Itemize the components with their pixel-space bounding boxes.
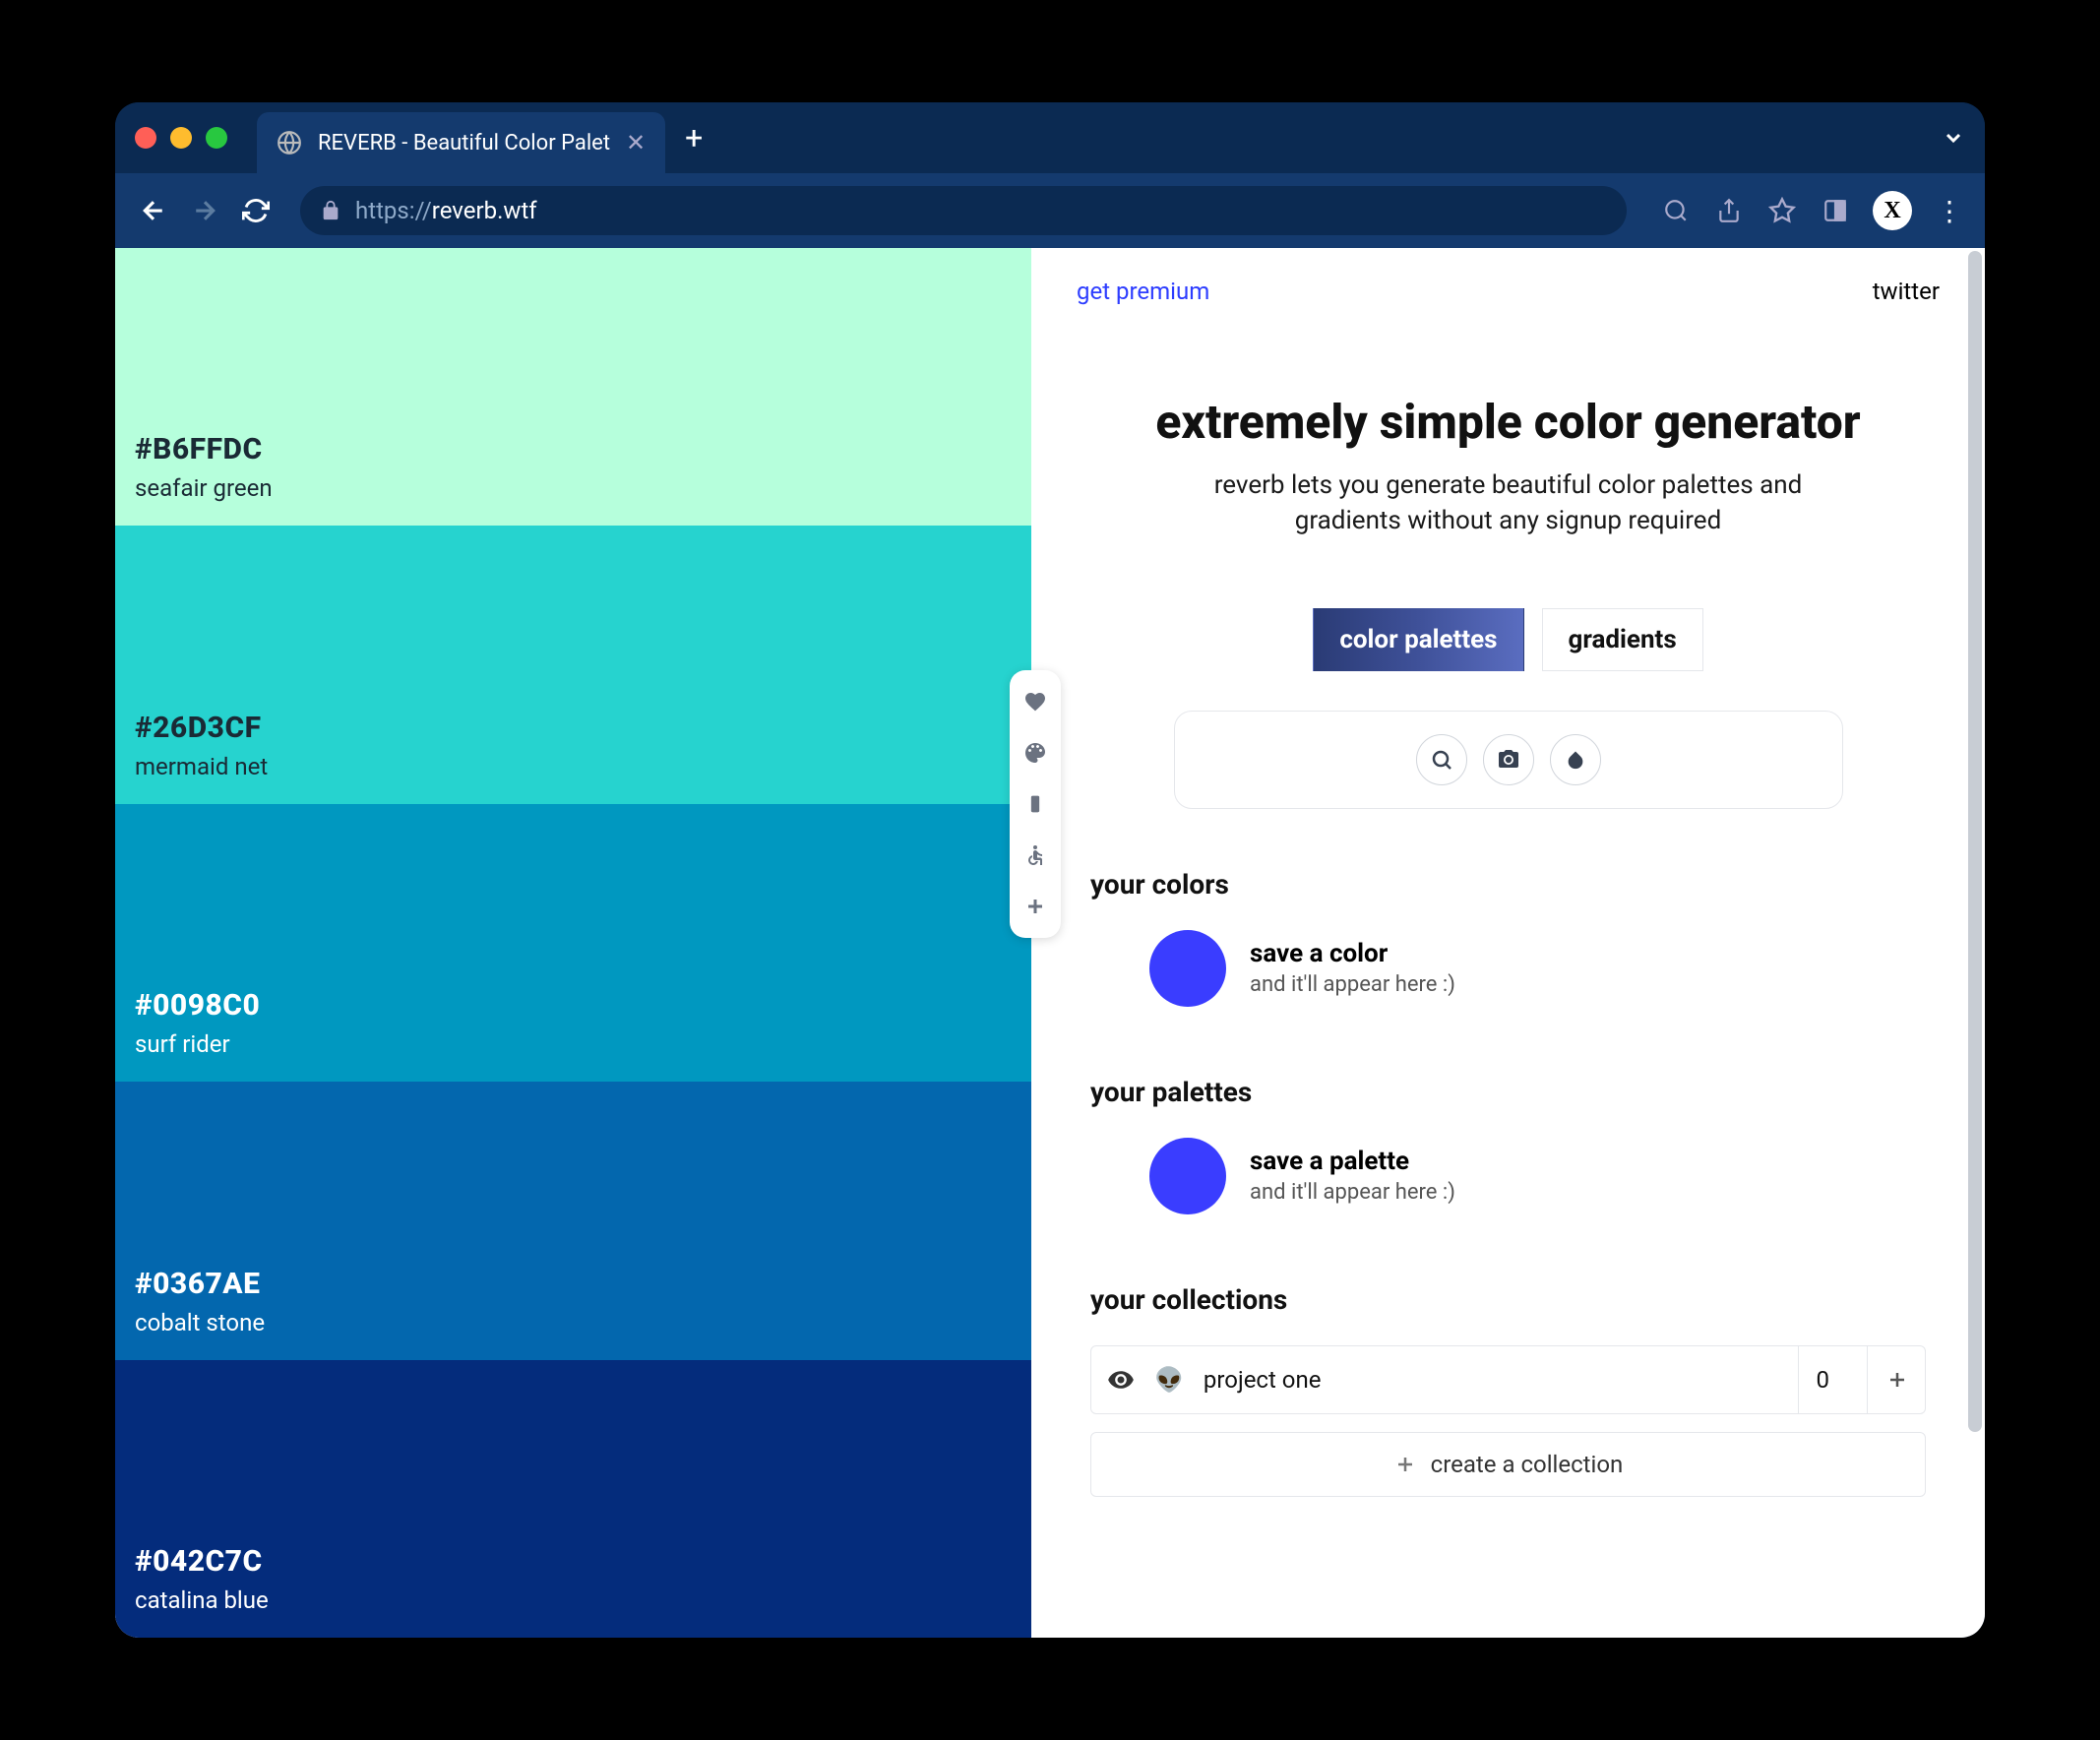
avatar[interactable]: X xyxy=(1873,191,1912,230)
search-icon[interactable] xyxy=(1416,734,1467,785)
tool-bar xyxy=(1174,711,1843,809)
hero: extremely simple color generator reverb … xyxy=(1031,335,1985,569)
top-links: get premium twitter xyxy=(1031,248,1985,335)
sections: your colors save a color and it'll appea… xyxy=(1031,809,1985,1497)
collection-count: 0 xyxy=(1798,1346,1848,1413)
back-button[interactable] xyxy=(135,192,172,229)
tab-title: REVERB - Beautiful Color Palet xyxy=(318,131,610,155)
share-icon[interactable] xyxy=(1713,195,1745,226)
gradients-mode-button[interactable]: gradients xyxy=(1542,608,1703,671)
accessibility-icon[interactable] xyxy=(1018,838,1053,873)
color-circle xyxy=(1149,1138,1226,1214)
maximize-window-button[interactable] xyxy=(206,127,227,149)
collection-emoji: 👽 xyxy=(1154,1366,1184,1394)
color-name: catalina blue xyxy=(135,1586,1012,1614)
create-collection-button[interactable]: create a collection xyxy=(1090,1432,1926,1497)
kebab-menu-icon[interactable]: ⋮ xyxy=(1934,195,1965,226)
create-collection-label: create a collection xyxy=(1431,1451,1624,1478)
zoom-icon[interactable] xyxy=(1660,195,1692,226)
cta-title: save a palette xyxy=(1250,1147,1455,1176)
titlebar: REVERB - Beautiful Color Palet ✕ + xyxy=(115,102,1985,173)
color-name: surf rider xyxy=(135,1030,1012,1058)
color-name: mermaid net xyxy=(135,753,1012,780)
twitter-link[interactable]: twitter xyxy=(1873,278,1940,305)
toolbar-right: X ⋮ xyxy=(1660,191,1965,230)
save-palette-card[interactable]: save a palette and it'll appear here :) xyxy=(1090,1138,1926,1214)
cta-title: save a color xyxy=(1250,939,1455,968)
palette-icon[interactable] xyxy=(1018,735,1053,771)
your-colors-section: your colors save a color and it'll appea… xyxy=(1090,868,1926,1007)
your-collections-section: your collections 👽 project one 0 xyxy=(1090,1283,1926,1497)
color-name: seafair green xyxy=(135,474,1012,502)
browser-tab[interactable]: REVERB - Beautiful Color Palet ✕ xyxy=(257,112,665,173)
minimize-window-button[interactable] xyxy=(170,127,192,149)
heart-icon[interactable] xyxy=(1018,684,1053,719)
hero-subtitle: reverb lets you generate beautiful color… xyxy=(1194,467,1823,539)
right-panel: get premium twitter extremely simple col… xyxy=(1031,248,1985,1638)
browser-window: REVERB - Beautiful Color Palet ✕ + https… xyxy=(115,102,1985,1638)
plus-icon[interactable] xyxy=(1018,889,1053,924)
your-palettes-section: your palettes save a palette and it'll a… xyxy=(1090,1076,1926,1214)
premium-link[interactable]: get premium xyxy=(1077,278,1209,305)
swatch[interactable]: #B6FFDC seafair green xyxy=(115,248,1031,526)
section-title: your collections xyxy=(1090,1283,1926,1316)
mobile-icon[interactable] xyxy=(1018,786,1053,822)
url-text: https://reverb.wtf xyxy=(355,197,537,224)
swatch[interactable]: #042C7C catalina blue xyxy=(115,1360,1031,1638)
sidepanel-icon[interactable] xyxy=(1820,195,1851,226)
floating-action-bar xyxy=(1010,670,1061,938)
color-name: cobalt stone xyxy=(135,1309,1012,1336)
close-window-button[interactable] xyxy=(135,127,156,149)
hex-code: #0098C0 xyxy=(135,988,1012,1023)
hex-code: #26D3CF xyxy=(135,711,1012,745)
cta-subtitle: and it'll appear here :) xyxy=(1250,972,1455,997)
reload-button[interactable] xyxy=(237,192,275,229)
save-text: save a palette and it'll appear here :) xyxy=(1250,1147,1455,1205)
globe-icon xyxy=(277,130,302,155)
cta-subtitle: and it'll appear here :) xyxy=(1250,1180,1455,1205)
palettes-mode-button[interactable]: color palettes xyxy=(1313,608,1523,671)
section-title: your colors xyxy=(1090,868,1926,901)
camera-icon[interactable] xyxy=(1483,734,1534,785)
traffic-lights xyxy=(135,127,227,149)
tab-close-icon[interactable]: ✕ xyxy=(626,129,646,156)
tabs-dropdown-icon[interactable] xyxy=(1942,126,1965,150)
forward-button[interactable] xyxy=(186,192,223,229)
new-tab-button[interactable]: + xyxy=(685,119,703,156)
swatch[interactable]: #26D3CF mermaid net xyxy=(115,526,1031,803)
color-circle xyxy=(1149,930,1226,1007)
add-to-collection-icon[interactable] xyxy=(1867,1346,1909,1413)
hex-code: #0367AE xyxy=(135,1267,1012,1301)
page-content: #B6FFDC seafair green #26D3CF mermaid ne… xyxy=(115,248,1985,1638)
mode-toggle: color palettes gradients xyxy=(1031,608,1985,671)
hex-code: #B6FFDC xyxy=(135,432,1012,466)
eye-icon[interactable] xyxy=(1107,1366,1135,1394)
swatch[interactable]: #0367AE cobalt stone xyxy=(115,1082,1031,1359)
section-title: your palettes xyxy=(1090,1076,1926,1108)
lock-icon xyxy=(320,200,341,221)
star-icon[interactable] xyxy=(1766,195,1798,226)
palette-panel: #B6FFDC seafair green #26D3CF mermaid ne… xyxy=(115,248,1031,1638)
plus-icon xyxy=(1393,1453,1417,1476)
swatch[interactable]: #0098C0 surf rider xyxy=(115,804,1031,1082)
hex-code: #042C7C xyxy=(135,1544,1012,1579)
url-bar[interactable]: https://reverb.wtf xyxy=(300,186,1627,235)
save-text: save a color and it'll appear here :) xyxy=(1250,939,1455,997)
browser-toolbar: https://reverb.wtf X ⋮ xyxy=(115,173,1985,248)
hero-title: extremely simple color generator xyxy=(1090,394,1926,450)
droplet-icon[interactable] xyxy=(1550,734,1601,785)
scrollbar[interactable] xyxy=(1968,251,1982,1432)
collection-row[interactable]: 👽 project one 0 xyxy=(1090,1345,1926,1414)
collection-name: project one xyxy=(1204,1366,1778,1394)
save-color-card[interactable]: save a color and it'll appear here :) xyxy=(1090,930,1926,1007)
